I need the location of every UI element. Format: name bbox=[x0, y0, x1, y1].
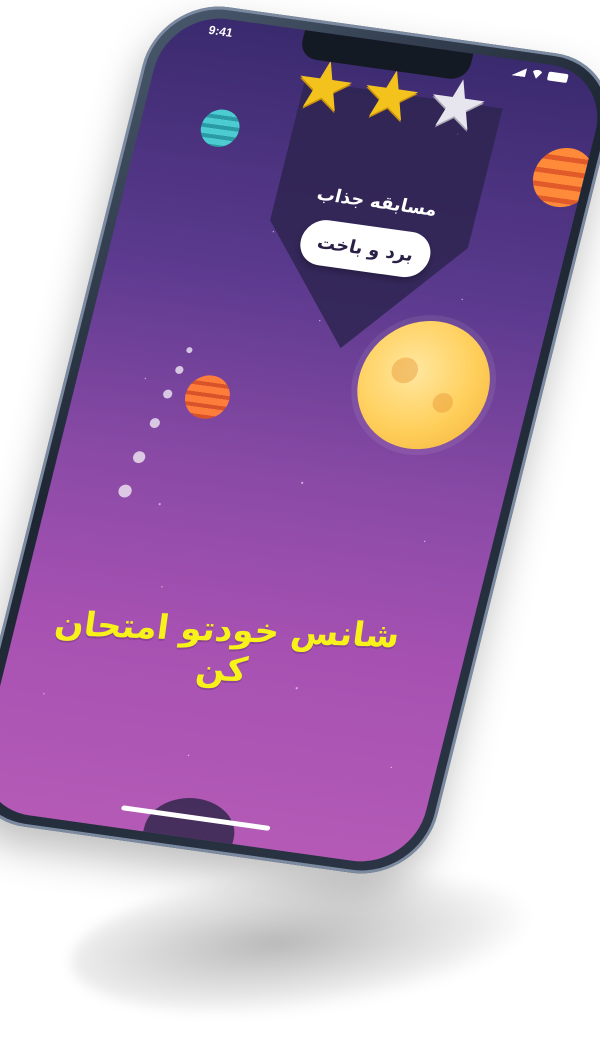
headline: شانس خودتو امتحان کن bbox=[52, 604, 403, 691]
phone-frame: 9:41 ★ ★ ★ مسابقه جذاب برد و باخت شانس خ… bbox=[0, 0, 600, 883]
app-screen: 9:41 ★ ★ ★ مسابقه جذاب برد و باخت شانس خ… bbox=[0, 10, 600, 870]
signal-icon bbox=[511, 66, 527, 77]
phone-shadow bbox=[63, 846, 537, 1034]
wifi-icon bbox=[530, 69, 544, 79]
